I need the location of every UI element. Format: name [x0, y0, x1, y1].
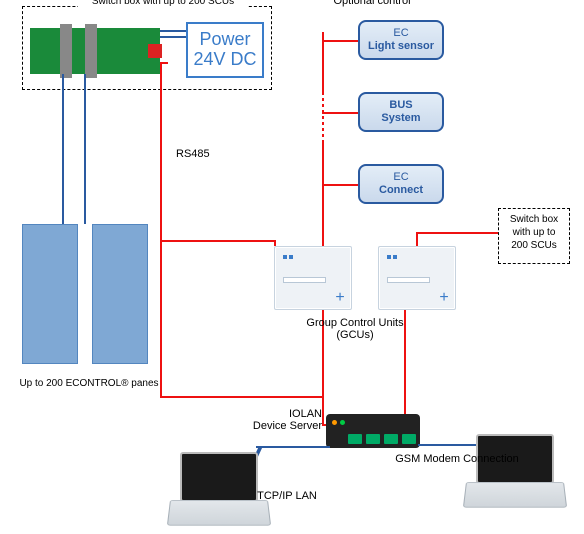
power-line1: Power — [188, 30, 262, 50]
lan-label: TCP/IP LAN — [242, 490, 332, 502]
ec-connect: EC Connect — [358, 164, 444, 204]
device-server-icon — [326, 414, 420, 448]
gsm-label: GSM Modem Connection — [382, 453, 532, 465]
bus-system: BUS System — [358, 92, 444, 132]
optional-control-label: Optional control — [322, 0, 422, 7]
iolan-label: IOLAN Device Server — [236, 408, 322, 432]
plus-icon: + — [333, 291, 347, 305]
connect-line2: Connect — [360, 184, 442, 197]
connect-line1: EC — [360, 171, 442, 184]
econtrol-pane-2 — [92, 224, 148, 364]
gcu-1: + — [274, 246, 352, 310]
plus-icon: + — [437, 291, 451, 305]
switch-box-2-label: Switch box with up to 200 SCUs — [500, 213, 568, 252]
power-box: Power 24V DC — [186, 22, 264, 78]
bus-line2: System — [360, 112, 442, 125]
gcu-label: Group Control Units (GCUs) — [290, 317, 420, 341]
panes-label: Up to 200 ECONTROL® panes — [14, 378, 164, 389]
dotted-connection — [322, 92, 324, 140]
econtrol-pane-1 — [22, 224, 78, 364]
ec-light-sensor: EC Light sensor — [358, 20, 444, 60]
rs485-label: RS485 — [176, 148, 226, 160]
gcu-2: + — [378, 246, 456, 310]
switch-box-1-label: Switch box with up to 200 SCUs — [78, 0, 248, 8]
light-line2: Light sensor — [360, 40, 442, 53]
bus-line1: BUS — [360, 99, 442, 112]
circuit-board-icon — [30, 28, 160, 74]
light-line1: EC — [360, 27, 442, 40]
power-line2: 24V DC — [188, 50, 262, 70]
